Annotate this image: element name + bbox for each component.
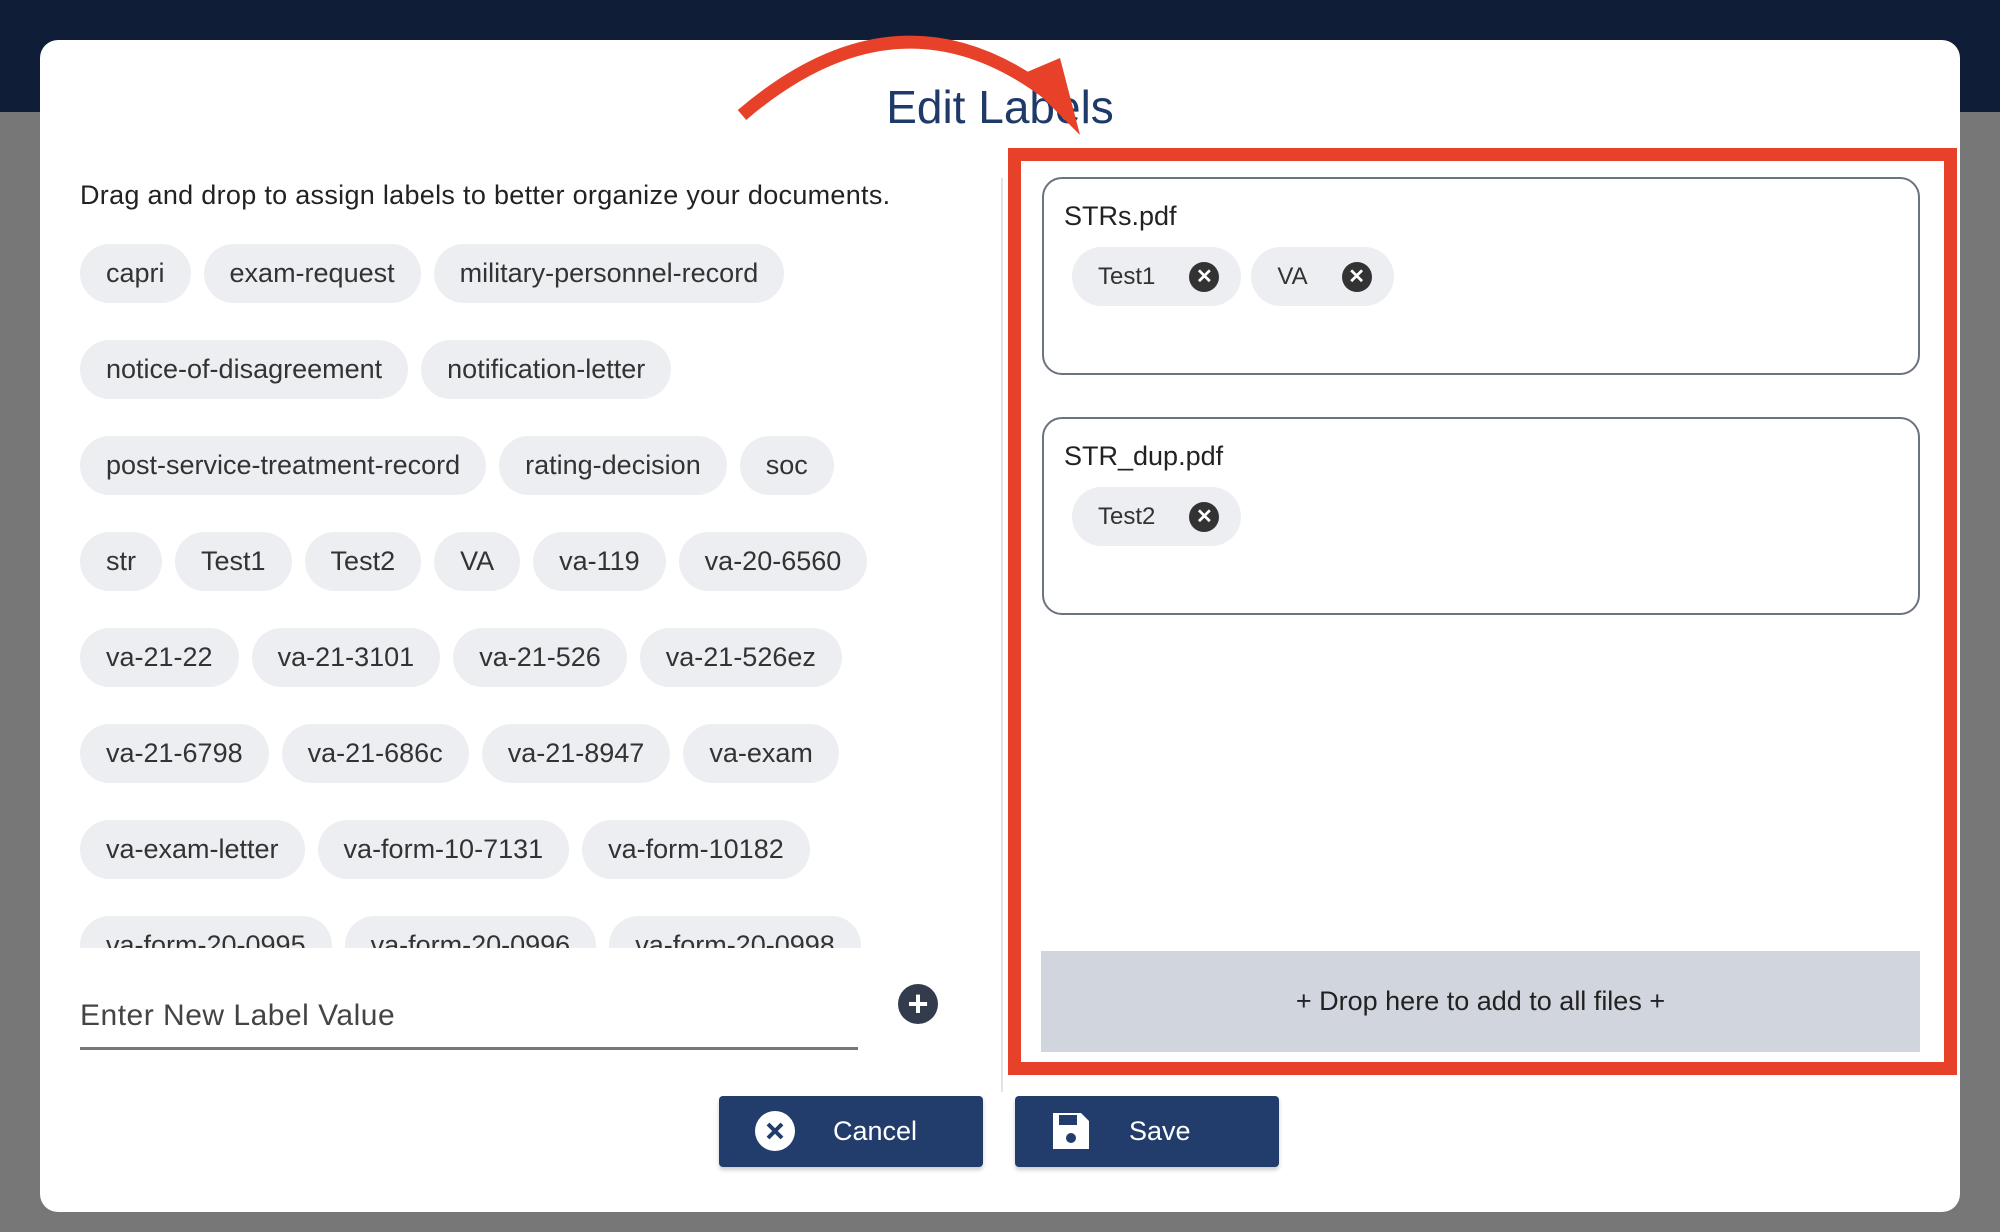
assigned-label-chip[interactable]: VA ✕	[1251, 247, 1394, 306]
save-disk-icon	[1053, 1113, 1089, 1149]
label-row: va-exam-letter va-form-10-7131 va-form-101…	[80, 820, 980, 916]
dialog-description: Drag and drop to assign labels to better…	[80, 180, 891, 210]
label-chip[interactable]: military-personnel-record	[433, 244, 785, 303]
available-labels-list: capri exam-request military-personnel-reco…	[80, 244, 980, 948]
assigned-label-chip[interactable]: Test1 ✕	[1072, 247, 1242, 306]
remove-label-icon[interactable]: ✕	[1341, 261, 1372, 292]
label-chip[interactable]: notification-letter	[421, 340, 672, 399]
drop-all-files-zone[interactable]: + Drop here to add to all files +	[1041, 951, 1920, 1052]
label-chip[interactable]: soc	[739, 436, 834, 495]
label-chip[interactable]: va-21-22	[80, 628, 239, 687]
label-chip[interactable]: Test2	[304, 532, 422, 591]
label-chip[interactable]: va-21-686c	[281, 724, 469, 783]
label-chip[interactable]: va-21-6798	[80, 724, 269, 783]
label-chip[interactable]: rating-decision	[499, 436, 727, 495]
label-chip[interactable]: va-119	[533, 532, 666, 591]
label-chip[interactable]: Test1	[175, 532, 292, 591]
label-row: va-form-20-0995 va-form-20-0996 va-form-20…	[80, 916, 980, 948]
dialog-title: Edit Labels	[886, 81, 1114, 133]
label-chip[interactable]: exam-request	[203, 244, 421, 303]
label-chip[interactable]: str	[80, 532, 162, 591]
label-chip[interactable]: va-exam-letter	[80, 820, 305, 879]
assigned-label-text: VA	[1277, 263, 1308, 290]
remove-label-icon[interactable]: ✕	[1189, 261, 1220, 292]
label-chip[interactable]: va-form-10182	[582, 820, 810, 879]
label-row: va-21-22 va-21-3101 va-21-526 va-21-526ez	[80, 628, 980, 724]
label-chip[interactable]: va-form-20-0996	[344, 916, 597, 948]
divider	[1001, 178, 1003, 1092]
label-chip[interactable]: va-exam	[683, 724, 839, 783]
file-name: STR_dup.pdf	[1064, 441, 1224, 471]
file-card[interactable]: STR_dup.pdf Test2 ✕	[1042, 417, 1920, 615]
label-chip[interactable]: va-21-3101	[251, 628, 441, 687]
remove-label-icon[interactable]: ✕	[1189, 501, 1220, 532]
label-chip[interactable]: va-form-20-0998	[609, 916, 861, 948]
label-row: str Test1 Test2 VA va-119 va-20-6560	[80, 532, 980, 628]
assigned-label-text: Test1	[1098, 263, 1156, 290]
cancel-circle-icon	[755, 1111, 795, 1151]
new-label-input[interactable]	[80, 984, 858, 1050]
label-row: post-service-treatment-record rating-deci…	[80, 436, 980, 532]
label-row: va-21-6798 va-21-686c va-21-8947 va-exam	[80, 724, 980, 820]
label-chip[interactable]: post-service-treatment-record	[80, 436, 487, 495]
file-card[interactable]: STRs.pdf Test1 ✕ VA ✕	[1042, 177, 1920, 375]
assigned-label-text: Test2	[1098, 503, 1156, 530]
plus-circle-icon[interactable]: +	[898, 984, 938, 1024]
label-chip[interactable]: va-21-526ez	[639, 628, 842, 687]
label-chip[interactable]: va-form-20-0995	[80, 916, 332, 948]
label-chip[interactable]: va-20-6560	[678, 532, 868, 591]
label-chip[interactable]: va-form-10-7131	[317, 820, 570, 879]
label-row: notice-of-disagreement notification-lette…	[80, 340, 980, 436]
save-label: Save	[1129, 1116, 1191, 1146]
label-chip[interactable]: va-21-8947	[481, 724, 671, 783]
assigned-label-chip[interactable]: Test2 ✕	[1072, 487, 1242, 546]
label-chip[interactable]: notice-of-disagreement	[80, 340, 409, 399]
cancel-button[interactable]: Cancel	[719, 1096, 983, 1167]
save-button[interactable]: Save	[1015, 1096, 1279, 1167]
cancel-label: Cancel	[833, 1116, 918, 1146]
label-row: capri exam-request military-personnel-reco…	[80, 244, 980, 340]
edit-labels-dialog: Edit Labels Drag and drop to assign labe…	[40, 40, 1960, 1212]
label-chip[interactable]: capri	[80, 244, 191, 303]
label-chip[interactable]: va-21-526	[453, 628, 627, 687]
file-name: STRs.pdf	[1064, 201, 1177, 231]
label-chip[interactable]: VA	[434, 532, 521, 591]
